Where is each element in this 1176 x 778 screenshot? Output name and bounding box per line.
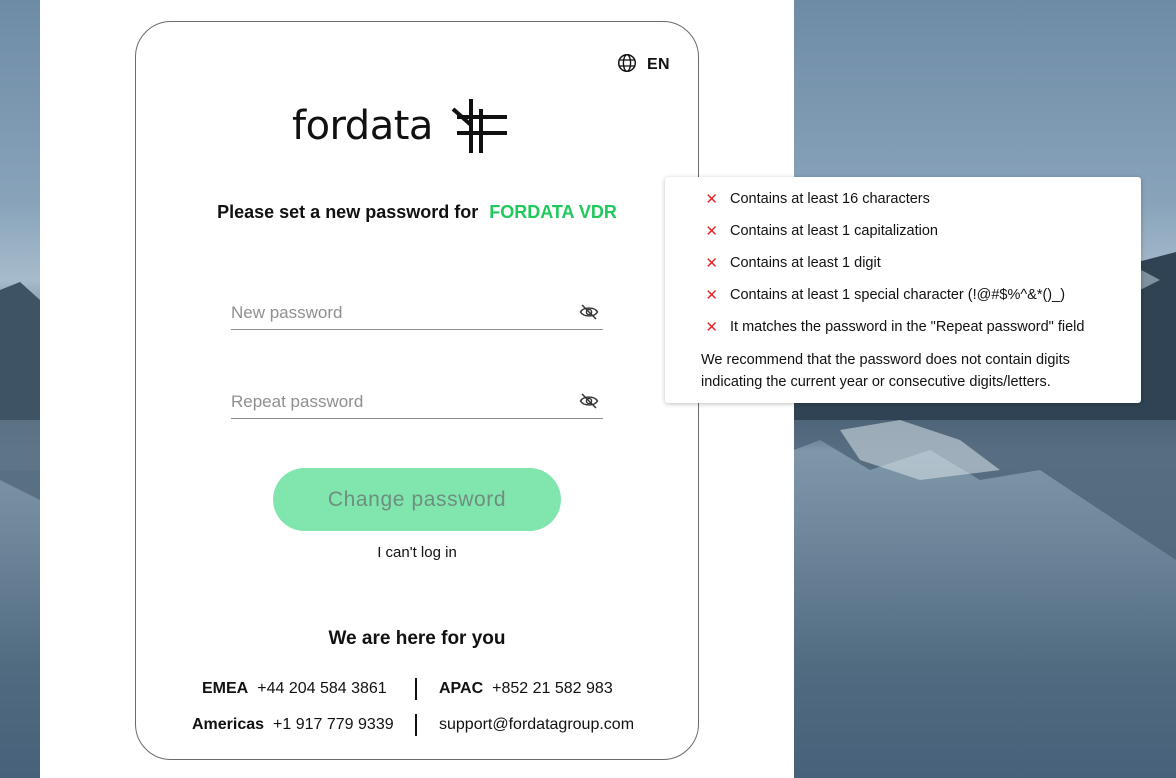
x-icon: ✕: [705, 287, 718, 304]
contact-divider: [415, 678, 417, 700]
language-code: EN: [647, 56, 670, 73]
x-icon: ✕: [705, 191, 718, 208]
new-password-input[interactable]: [231, 298, 571, 328]
eye-off-icon[interactable]: [579, 303, 599, 326]
repeat-password-field: [231, 387, 603, 419]
logo-wordmark: fordata: [292, 103, 433, 149]
page-title-brand: FORDATA VDR: [489, 202, 617, 222]
requirement-text: Contains at least 1 capitalization: [730, 223, 938, 239]
contact-phone[interactable]: +1 917 779 9339: [273, 716, 394, 733]
support-email-link[interactable]: support@fordatagroup.com: [439, 716, 634, 733]
x-icon: ✕: [705, 255, 718, 272]
fordata-logo: fordata: [292, 97, 509, 155]
requirement-item: ✕ Contains at least 1 special character …: [665, 285, 1065, 305]
requirement-item: ✕ Contains at least 1 capitalization: [665, 221, 938, 241]
new-password-field: [231, 298, 603, 330]
requirement-text: It matches the password in the "Repeat p…: [730, 319, 1085, 335]
globe-icon: [617, 53, 637, 78]
logo-mark-icon: [451, 99, 507, 153]
requirement-text: Contains at least 1 digit: [730, 255, 881, 271]
x-icon: ✕: [705, 223, 718, 240]
requirement-text: Contains at least 1 special character (!…: [730, 287, 1066, 303]
contact-region: APAC: [439, 680, 484, 697]
contact-americas: Americas +1 917 779 9339: [192, 716, 394, 734]
contact-emea: EMEA +44 204 584 3861: [202, 680, 387, 698]
requirement-item: ✕ Contains at least 1 digit: [665, 253, 881, 273]
page-title-text: Please set a new password for: [217, 202, 479, 222]
contact-region: EMEA: [202, 680, 249, 697]
requirement-item: ✕ It matches the password in the "Repeat…: [665, 317, 1084, 337]
repeat-password-input[interactable]: [231, 387, 571, 417]
contact-phone[interactable]: +44 204 584 3861: [257, 680, 386, 697]
x-icon: ✕: [705, 319, 718, 336]
password-recommendation: We recommend that the password does not …: [701, 352, 1070, 390]
contact-divider: [415, 714, 417, 736]
contact-apac: APAC +852 21 582 983: [439, 680, 613, 698]
language-switcher[interactable]: EN: [617, 53, 670, 78]
contact-phone[interactable]: +852 21 582 983: [492, 680, 613, 697]
eye-off-icon[interactable]: [579, 392, 599, 415]
requirement-text: Contains at least 16 characters: [730, 191, 930, 207]
contact-email: support@fordatagroup.com: [439, 716, 634, 734]
requirement-item: ✕ Contains at least 16 characters: [665, 189, 930, 209]
contact-region: Americas: [192, 716, 265, 733]
change-password-button[interactable]: Change password: [273, 468, 561, 531]
support-title: We are here for you: [328, 628, 506, 649]
password-requirements-tooltip: ✕ Contains at least 16 characters ✕ Cont…: [665, 177, 1141, 403]
cant-login-link[interactable]: I can't log in: [0, 544, 834, 561]
